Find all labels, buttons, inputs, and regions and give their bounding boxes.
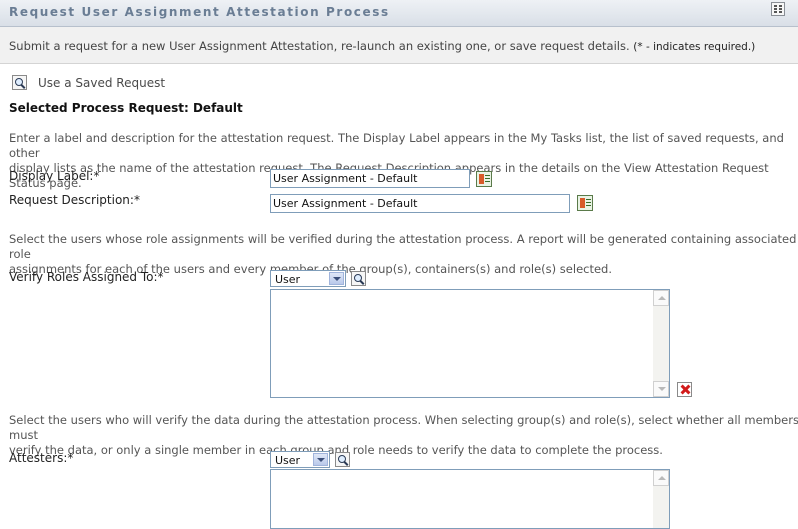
verify-roles-label: Verify Roles Assigned To:* xyxy=(9,270,164,284)
localize-description-icon[interactable] xyxy=(577,195,593,211)
instructions-main: Submit a request for a new User Assignme… xyxy=(9,39,630,53)
localize-icon[interactable] xyxy=(476,171,492,187)
use-saved-request-link[interactable]: Use a Saved Request xyxy=(38,76,165,90)
attesters-type-select[interactable]: User xyxy=(270,451,330,468)
attesters-list[interactable] xyxy=(270,469,670,529)
verify-type-value: User xyxy=(275,273,301,286)
page-title: Request User Assignment Attestation Proc… xyxy=(9,5,390,19)
search-icon[interactable] xyxy=(335,452,350,467)
display-label-input[interactable] xyxy=(270,169,470,188)
instructions-text: Submit a request for a new User Assignme… xyxy=(9,39,755,53)
verify-desc-line1: Select the users whose role assignments … xyxy=(9,232,797,261)
request-description-label: Request Description:* xyxy=(9,193,140,207)
label-desc-line1: Enter a label and description for the at… xyxy=(9,131,784,160)
instructions-bar: Submit a request for a new User Assignme… xyxy=(0,27,798,64)
verify-type-select[interactable]: User xyxy=(270,270,346,287)
search-icon[interactable] xyxy=(351,271,366,286)
attesters-label: Attesters:* xyxy=(9,451,74,465)
display-label-label: Display Label:* xyxy=(9,169,100,183)
delete-icon[interactable] xyxy=(677,382,692,397)
attesters-section-description: Select the users who will verify the dat… xyxy=(9,413,798,458)
scroll-up-button[interactable] xyxy=(653,290,669,306)
chevron-down-icon xyxy=(313,453,328,466)
search-icon[interactable] xyxy=(12,75,27,90)
scrollbar[interactable] xyxy=(653,290,669,397)
chevron-down-icon xyxy=(329,272,344,285)
scrollbar[interactable] xyxy=(653,470,669,528)
page-header: Request User Assignment Attestation Proc… xyxy=(0,0,798,27)
scroll-up-button[interactable] xyxy=(653,470,669,486)
scroll-down-button[interactable] xyxy=(653,381,669,397)
verify-roles-list[interactable] xyxy=(270,289,670,398)
grid-menu-icon[interactable] xyxy=(771,2,785,16)
request-description-input[interactable] xyxy=(270,194,570,213)
required-note: (* - indicates required.) xyxy=(633,41,756,53)
attesters-desc-line1: Select the users who will verify the dat… xyxy=(9,413,798,442)
attesters-desc-line2: verify the data, or only a single member… xyxy=(9,443,663,457)
attesters-type-value: User xyxy=(275,454,301,467)
selected-process-request: Selected Process Request: Default xyxy=(9,101,243,115)
